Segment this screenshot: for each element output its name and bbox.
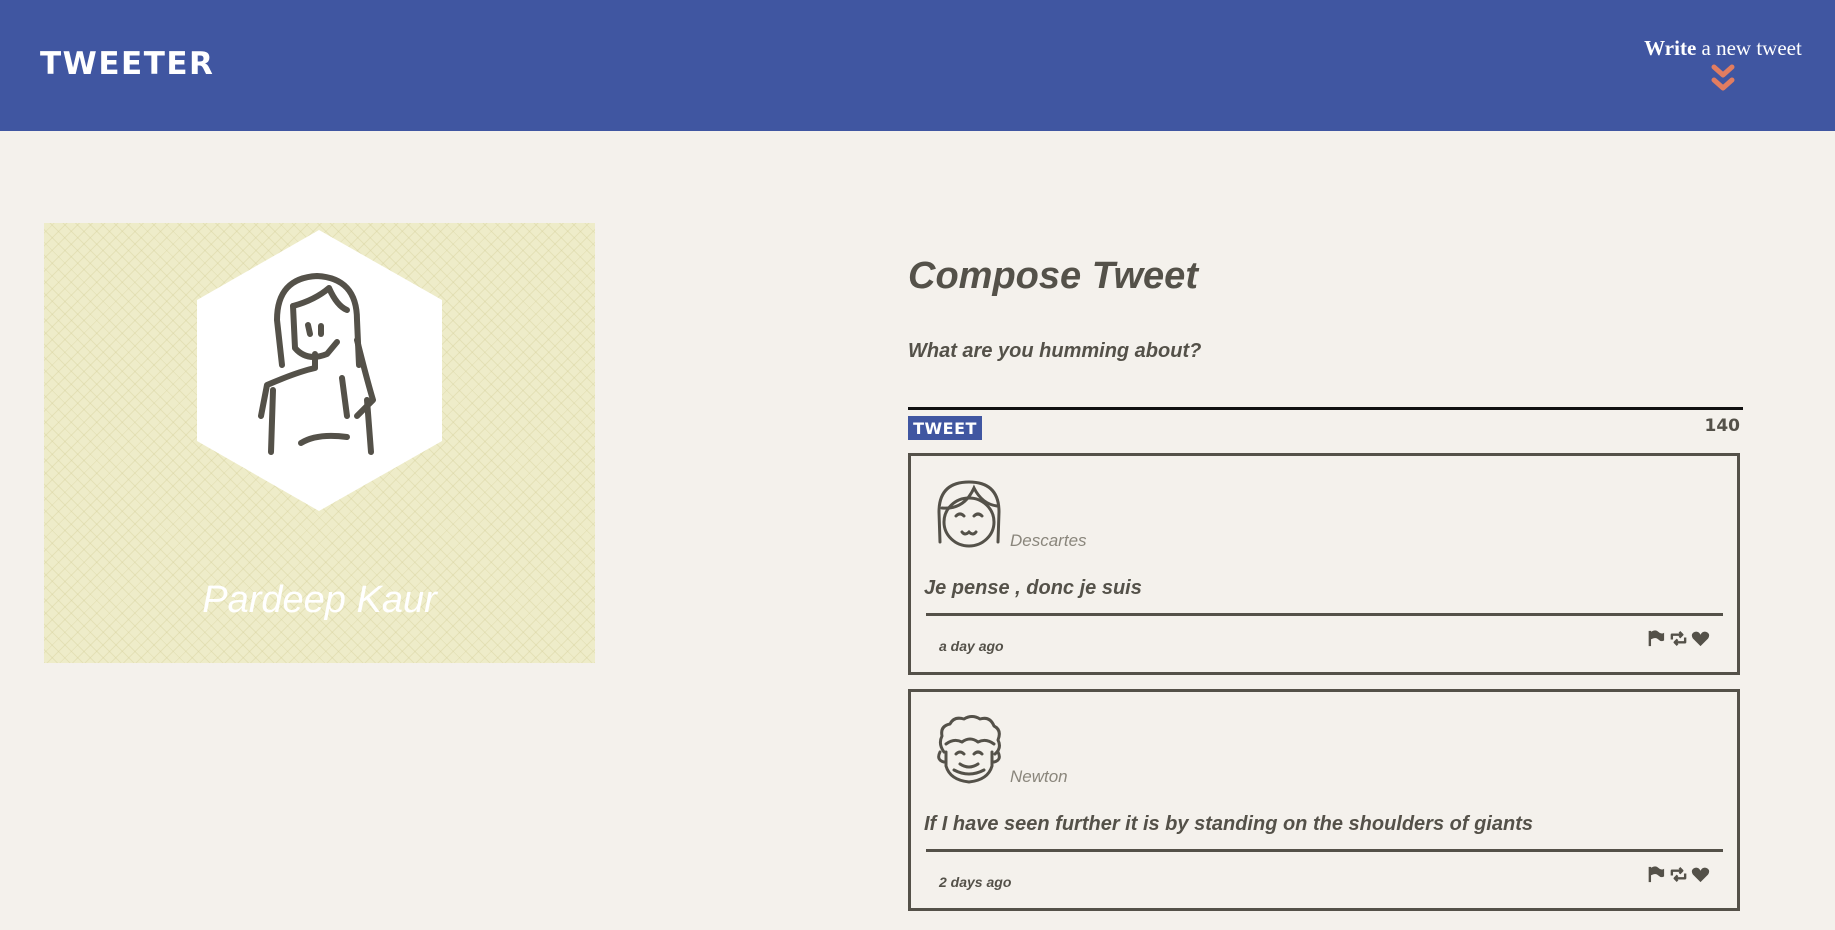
- chevron-double-down-icon: [1711, 64, 1735, 91]
- woman-avatar-icon: [197, 230, 442, 511]
- girl-face-avatar-icon: [937, 480, 1001, 548]
- tweet-timestamp: a day ago: [939, 638, 1004, 654]
- tweet-actions: [1647, 629, 1710, 648]
- profile-card: Pardeep Kaur: [44, 223, 595, 663]
- tweet-timestamp: 2 days ago: [939, 874, 1012, 890]
- flag-icon[interactable]: [1647, 629, 1666, 648]
- char-counter: 140: [1704, 416, 1741, 436]
- top-nav: TWEETER Write a new tweet: [0, 0, 1835, 131]
- tweet-author: Newton: [1010, 767, 1068, 786]
- tweet-content: If I have seen further it is by standing…: [924, 813, 1533, 835]
- heart-icon[interactable]: [1691, 865, 1710, 884]
- write-new-tweet-button[interactable]: Write a new tweet: [1643, 36, 1803, 93]
- tweet-divider: [926, 849, 1723, 852]
- tweet-textarea[interactable]: [908, 336, 1743, 410]
- profile-name: Pardeep Kaur: [202, 579, 437, 621]
- curly-hair-face-avatar-icon: [937, 715, 1001, 784]
- compose-title: Compose Tweet: [908, 255, 1198, 297]
- heart-icon[interactable]: [1691, 629, 1710, 648]
- write-label-rest: a new tweet: [1696, 36, 1802, 60]
- tweet-card: Newton If I have seen further it is by s…: [908, 689, 1740, 911]
- write-label-strong: Write: [1644, 36, 1697, 60]
- tweet-divider: [926, 613, 1723, 616]
- retweet-icon[interactable]: [1669, 629, 1688, 648]
- tweet-author: Descartes: [1010, 531, 1087, 550]
- tweet-actions: [1647, 865, 1710, 884]
- brand-logo[interactable]: TWEETER: [40, 46, 214, 82]
- flag-icon[interactable]: [1647, 865, 1666, 884]
- tweet-submit-button[interactable]: TWEET: [908, 416, 982, 440]
- tweet-card: Descartes Je pense , donc je suis a day …: [908, 453, 1740, 675]
- retweet-icon[interactable]: [1669, 865, 1688, 884]
- tweet-content: Je pense , donc je suis: [924, 577, 1142, 599]
